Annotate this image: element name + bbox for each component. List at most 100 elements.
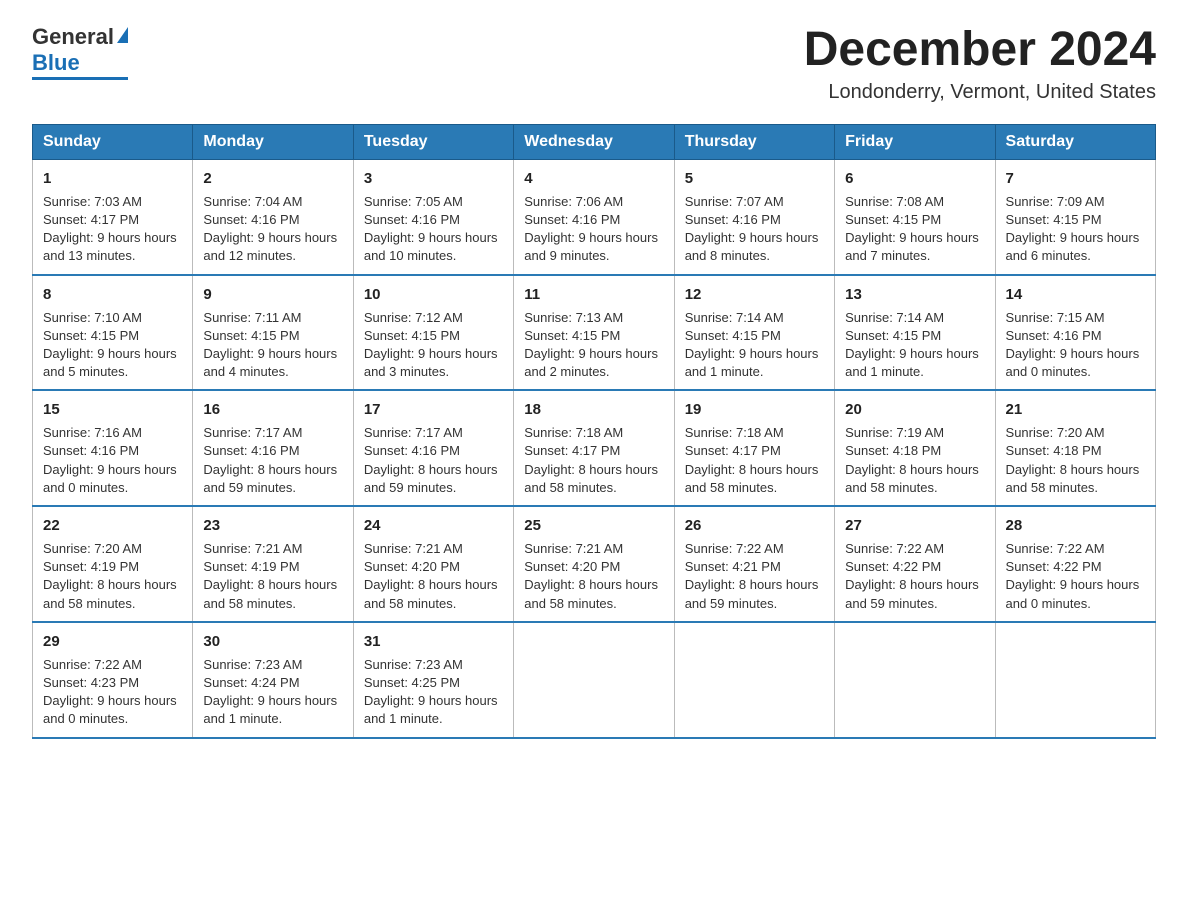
day-number: 9 — [203, 284, 342, 305]
day-number: 24 — [364, 515, 503, 536]
day-number: 13 — [845, 284, 984, 305]
col-thursday: Thursday — [674, 124, 834, 159]
day-info: Sunrise: 7:04 AMSunset: 4:16 PMDaylight:… — [203, 193, 342, 266]
calendar-week-row: 8 Sunrise: 7:10 AMSunset: 4:15 PMDaylight… — [33, 275, 1156, 391]
col-friday: Friday — [835, 124, 995, 159]
table-row: 14 Sunrise: 7:15 AMSunset: 4:16 PMDayligh… — [995, 275, 1155, 391]
calendar-week-row: 15 Sunrise: 7:16 AMSunset: 4:16 PMDayligh… — [33, 390, 1156, 506]
day-info: Sunrise: 7:18 AMSunset: 4:17 PMDaylight:… — [524, 424, 663, 497]
day-number: 23 — [203, 515, 342, 536]
table-row: 17 Sunrise: 7:17 AMSunset: 4:16 PMDayligh… — [353, 390, 513, 506]
calendar-week-row: 1Sunrise: 7:03 AMSunset: 4:17 PMDaylight… — [33, 159, 1156, 274]
day-info: Sunrise: 7:14 AMSunset: 4:15 PMDaylight:… — [685, 309, 824, 382]
day-number: 29 — [43, 631, 182, 652]
day-number: 3 — [364, 168, 503, 189]
col-sunday: Sunday — [33, 124, 193, 159]
table-row: 15 Sunrise: 7:16 AMSunset: 4:16 PMDayligh… — [33, 390, 193, 506]
col-monday: Monday — [193, 124, 353, 159]
day-info: Sunrise: 7:18 AMSunset: 4:17 PMDaylight:… — [685, 424, 824, 497]
table-row — [514, 622, 674, 738]
table-row: 7 Sunrise: 7:09 AMSunset: 4:15 PMDaylight… — [995, 159, 1155, 274]
table-row: 13 Sunrise: 7:14 AMSunset: 4:15 PMDayligh… — [835, 275, 995, 391]
day-info: Sunrise: 7:23 AMSunset: 4:25 PMDaylight:… — [364, 656, 503, 729]
day-info: Sunrise: 7:21 AMSunset: 4:20 PMDaylight:… — [364, 540, 503, 613]
calendar-week-row: 22 Sunrise: 7:20 AMSunset: 4:19 PMDayligh… — [33, 506, 1156, 622]
day-number: 7 — [1006, 168, 1145, 189]
day-info: Sunrise: 7:05 AMSunset: 4:16 PMDaylight:… — [364, 193, 503, 266]
day-number: 5 — [685, 168, 824, 189]
day-info: Sunrise: 7:16 AMSunset: 4:16 PMDaylight:… — [43, 424, 182, 497]
day-number: 26 — [685, 515, 824, 536]
table-row — [674, 622, 834, 738]
table-row: 8 Sunrise: 7:10 AMSunset: 4:15 PMDaylight… — [33, 275, 193, 391]
page-header: General Blue December 2024 Londonderry, … — [32, 24, 1156, 104]
day-info: Sunrise: 7:10 AMSunset: 4:15 PMDaylight:… — [43, 309, 182, 382]
table-row: 6 Sunrise: 7:08 AMSunset: 4:15 PMDaylight… — [835, 159, 995, 274]
day-number: 27 — [845, 515, 984, 536]
day-info: Sunrise: 7:09 AMSunset: 4:15 PMDaylight:… — [1006, 193, 1145, 266]
day-number: 15 — [43, 399, 182, 420]
day-info: Sunrise: 7:22 AMSunset: 4:22 PMDaylight:… — [1006, 540, 1145, 613]
table-row: 25Sunrise: 7:21 AMSunset: 4:20 PMDayligh… — [514, 506, 674, 622]
day-number: 11 — [524, 284, 663, 305]
day-info: Sunrise: 7:11 AMSunset: 4:15 PMDaylight:… — [203, 309, 342, 382]
day-info: Sunrise: 7:23 AMSunset: 4:24 PMDaylight:… — [203, 656, 342, 729]
day-info: Sunrise: 7:20 AMSunset: 4:19 PMDaylight:… — [43, 540, 182, 613]
table-row: 26Sunrise: 7:22 AMSunset: 4:21 PMDayligh… — [674, 506, 834, 622]
day-number: 30 — [203, 631, 342, 652]
title-block: December 2024 Londonderry, Vermont, Unit… — [804, 24, 1156, 104]
table-row: 12 Sunrise: 7:14 AMSunset: 4:15 PMDayligh… — [674, 275, 834, 391]
logo-blue-text: Blue — [32, 50, 80, 76]
logo-general-text: General — [32, 24, 114, 50]
day-number: 19 — [685, 399, 824, 420]
table-row: 11 Sunrise: 7:13 AMSunset: 4:15 PMDayligh… — [514, 275, 674, 391]
table-row: 2 Sunrise: 7:04 AMSunset: 4:16 PMDaylight… — [193, 159, 353, 274]
col-saturday: Saturday — [995, 124, 1155, 159]
day-info: Sunrise: 7:06 AMSunset: 4:16 PMDaylight:… — [524, 193, 663, 266]
calendar-table: Sunday Monday Tuesday Wednesday Thursday… — [32, 124, 1156, 739]
day-info: Sunrise: 7:14 AMSunset: 4:15 PMDaylight:… — [845, 309, 984, 382]
calendar-week-row: 29 Sunrise: 7:22 AMSunset: 4:23 PMDayligh… — [33, 622, 1156, 738]
calendar-header-row: Sunday Monday Tuesday Wednesday Thursday… — [33, 124, 1156, 159]
day-number: 12 — [685, 284, 824, 305]
table-row: 18Sunrise: 7:18 AMSunset: 4:17 PMDayligh… — [514, 390, 674, 506]
day-number: 4 — [524, 168, 663, 189]
day-number: 28 — [1006, 515, 1145, 536]
table-row: 29 Sunrise: 7:22 AMSunset: 4:23 PMDayligh… — [33, 622, 193, 738]
table-row — [995, 622, 1155, 738]
day-info: Sunrise: 7:21 AMSunset: 4:19 PMDaylight:… — [203, 540, 342, 613]
table-row: 30 Sunrise: 7:23 AMSunset: 4:24 PMDayligh… — [193, 622, 353, 738]
day-info: Sunrise: 7:08 AMSunset: 4:15 PMDaylight:… — [845, 193, 984, 266]
day-info: Sunrise: 7:22 AMSunset: 4:23 PMDaylight:… — [43, 656, 182, 729]
table-row: 27Sunrise: 7:22 AMSunset: 4:22 PMDayligh… — [835, 506, 995, 622]
day-number: 31 — [364, 631, 503, 652]
day-number: 8 — [43, 284, 182, 305]
day-number: 16 — [203, 399, 342, 420]
page-subtitle: Londonderry, Vermont, United States — [804, 81, 1156, 104]
table-row: 3 Sunrise: 7:05 AMSunset: 4:16 PMDaylight… — [353, 159, 513, 274]
day-number: 2 — [203, 168, 342, 189]
day-number: 21 — [1006, 399, 1145, 420]
day-number: 6 — [845, 168, 984, 189]
day-info: Sunrise: 7:12 AMSunset: 4:15 PMDaylight:… — [364, 309, 503, 382]
day-info: Sunrise: 7:19 AMSunset: 4:18 PMDaylight:… — [845, 424, 984, 497]
table-row: 1Sunrise: 7:03 AMSunset: 4:17 PMDaylight… — [33, 159, 193, 274]
day-number: 17 — [364, 399, 503, 420]
day-number: 10 — [364, 284, 503, 305]
table-row: 23 Sunrise: 7:21 AMSunset: 4:19 PMDayligh… — [193, 506, 353, 622]
day-number: 14 — [1006, 284, 1145, 305]
day-number: 22 — [43, 515, 182, 536]
day-number: 1 — [43, 168, 182, 189]
day-info: Sunrise: 7:17 AMSunset: 4:16 PMDaylight:… — [203, 424, 342, 497]
table-row: 9 Sunrise: 7:11 AMSunset: 4:15 PMDaylight… — [193, 275, 353, 391]
day-info: Sunrise: 7:13 AMSunset: 4:15 PMDaylight:… — [524, 309, 663, 382]
day-info: Sunrise: 7:17 AMSunset: 4:16 PMDaylight:… — [364, 424, 503, 497]
logo: General Blue — [32, 24, 128, 80]
day-info: Sunrise: 7:15 AMSunset: 4:16 PMDaylight:… — [1006, 309, 1145, 382]
table-row: 22 Sunrise: 7:20 AMSunset: 4:19 PMDayligh… — [33, 506, 193, 622]
table-row: 20Sunrise: 7:19 AMSunset: 4:18 PMDayligh… — [835, 390, 995, 506]
table-row: 5Sunrise: 7:07 AMSunset: 4:16 PMDaylight… — [674, 159, 834, 274]
page-title: December 2024 — [804, 24, 1156, 77]
table-row: 16 Sunrise: 7:17 AMSunset: 4:16 PMDayligh… — [193, 390, 353, 506]
logo-underline — [32, 77, 128, 80]
